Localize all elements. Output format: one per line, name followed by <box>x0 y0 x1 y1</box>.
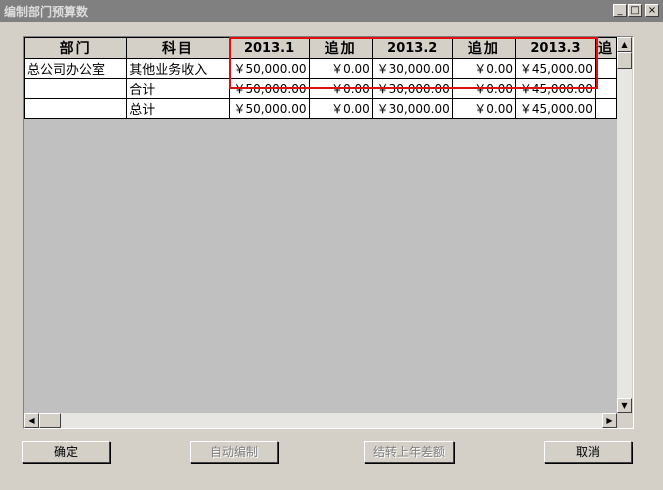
cell-addition-1[interactable]: ￥0.00 <box>308 98 373 119</box>
cell-department[interactable] <box>24 78 128 99</box>
col-header-2013-1[interactable]: 2013.1 <box>228 37 310 59</box>
cell-addition-3[interactable] <box>594 58 617 79</box>
vertical-scroll-thumb[interactable] <box>617 52 632 69</box>
cell-department[interactable]: 总公司办公室 <box>24 58 128 79</box>
window-title: 编制部门预算数 <box>4 5 89 19</box>
cell-addition-3[interactable] <box>594 98 617 119</box>
cell-addition-2[interactable]: ￥0.00 <box>451 98 517 119</box>
col-header-addition-2[interactable]: 追加 <box>451 37 517 59</box>
close-button[interactable]: × <box>645 4 659 17</box>
col-header-department[interactable]: 部门 <box>24 37 128 59</box>
vertical-scrollbar[interactable]: ▲ ▼ <box>617 37 632 413</box>
cell-2013-1[interactable]: ￥50,000.00 <box>228 78 310 99</box>
cell-2013-1[interactable]: ￥50,000.00 <box>228 58 310 79</box>
col-header-subject[interactable]: 科目 <box>126 37 230 59</box>
scroll-down-button[interactable]: ▼ <box>617 398 632 413</box>
horizontal-scrollbar[interactable]: ◀ ▶ <box>24 413 617 428</box>
confirm-button[interactable]: 确定 <box>22 441 110 463</box>
table-row: 总计 ￥50,000.00 ￥0.00 ￥30,000.00 ￥0.00 ￥45… <box>24 98 617 119</box>
carry-over-button[interactable]: 结转上年差额 <box>364 441 454 463</box>
cell-2013-2[interactable]: ￥30,000.00 <box>371 58 453 79</box>
table-row: 总公司办公室 其他业务收入 ￥50,000.00 ￥0.00 ￥30,000.0… <box>24 58 617 79</box>
maximize-button[interactable]: □ <box>628 4 642 17</box>
scroll-up-button[interactable]: ▲ <box>617 37 632 52</box>
cell-addition-1[interactable]: ￥0.00 <box>308 58 373 79</box>
col-header-addition-3[interactable]: 追 <box>594 37 617 59</box>
cell-subject[interactable]: 其他业务收入 <box>126 58 230 79</box>
cancel-button[interactable]: 取消 <box>544 441 632 463</box>
cell-subject[interactable]: 总计 <box>126 98 230 119</box>
cell-addition-3[interactable] <box>594 78 617 99</box>
col-header-addition-1[interactable]: 追加 <box>308 37 373 59</box>
scrollbar-corner <box>617 413 632 428</box>
cell-2013-3[interactable]: ￥45,000.00 <box>515 58 596 79</box>
header-row: 部门 科目 2013.1 追加 2013.2 追加 2013.3 追 <box>24 37 617 59</box>
col-header-2013-2[interactable]: 2013.2 <box>371 37 453 59</box>
minimize-button[interactable]: _ <box>613 4 627 17</box>
table-row: 合计 ￥50,000.00 ￥0.00 ￥30,000.00 ￥0.00 ￥45… <box>24 78 617 99</box>
cell-2013-3[interactable]: ￥45,000.00 <box>515 98 596 119</box>
auto-compile-button[interactable]: 自动编制 <box>190 441 278 463</box>
cell-department[interactable] <box>24 98 128 119</box>
scroll-right-button[interactable]: ▶ <box>602 413 617 428</box>
cell-2013-1[interactable]: ￥50,000.00 <box>228 98 310 119</box>
cell-2013-2[interactable]: ￥30,000.00 <box>371 98 453 119</box>
cell-2013-3[interactable]: ￥45,000.00 <box>515 78 596 99</box>
cell-addition-1[interactable]: ￥0.00 <box>308 78 373 99</box>
title-bar: 编制部门预算数 _ □ × <box>0 0 663 22</box>
col-header-2013-3[interactable]: 2013.3 <box>515 37 596 59</box>
cell-subject[interactable]: 合计 <box>126 78 230 99</box>
cell-2013-2[interactable]: ￥30,000.00 <box>371 78 453 99</box>
budget-grid[interactable]: 部门 科目 2013.1 追加 2013.2 追加 2013.3 追 总公司办公… <box>24 37 617 413</box>
cell-addition-2[interactable]: ￥0.00 <box>451 78 517 99</box>
budget-table: 部门 科目 2013.1 追加 2013.2 追加 2013.3 追 总公司办公… <box>24 37 617 119</box>
cell-addition-2[interactable]: ￥0.00 <box>451 58 517 79</box>
horizontal-scroll-thumb[interactable] <box>39 413 61 428</box>
scroll-left-button[interactable]: ◀ <box>24 413 39 428</box>
